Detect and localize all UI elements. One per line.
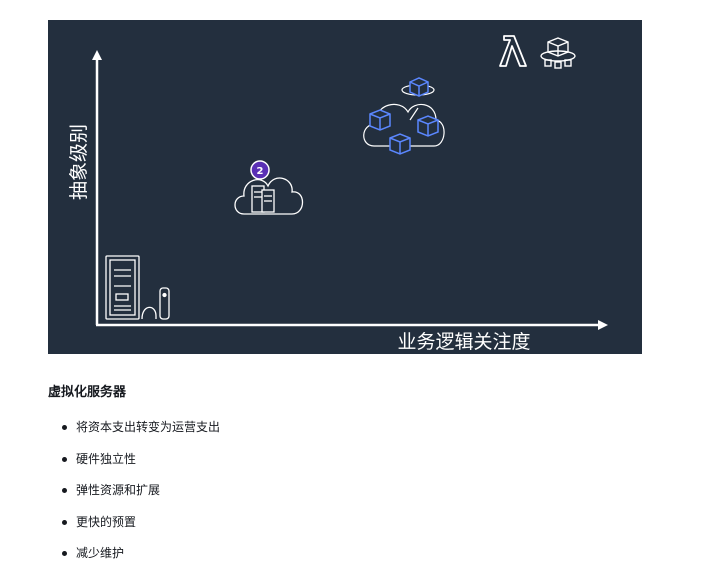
list-item: 减少维护 xyxy=(48,540,220,572)
list-item: 硬件独立性 xyxy=(48,446,220,478)
section-heading: 虚拟化服务器 xyxy=(48,385,127,400)
badge-number: 2 xyxy=(257,166,264,177)
x-axis-label: 业务逻辑关注度 xyxy=(397,331,530,353)
list-item-text: 硬件独立性 xyxy=(76,451,137,466)
bullet-dot xyxy=(62,488,67,493)
list-item-text: 减少维护 xyxy=(76,546,125,560)
chart-background xyxy=(48,20,642,354)
badge-number-two: 2 xyxy=(250,160,270,180)
bullet-dot xyxy=(62,456,67,462)
y-axis-label: 抽象级别 xyxy=(68,124,90,200)
list-item-text: 将资本支出转变为运营支出 xyxy=(76,420,221,434)
list-item: 弹性资源和扩展 xyxy=(48,477,220,509)
list-item-text: 弹性资源和扩展 xyxy=(76,483,161,497)
list-item: 将资本支出转变为运营支出 xyxy=(48,414,220,446)
abstraction-chart: 抽象级别 业务逻辑关注度 2 xyxy=(48,20,642,354)
list-item: 更快的预置 xyxy=(48,509,220,541)
bullet-dot xyxy=(62,519,67,525)
feature-list: 将资本支出转变为运营支出 硬件独立性 弹性资源和扩展 更快的预置 减少维护 xyxy=(48,414,220,572)
list-item-text: 更快的预置 xyxy=(76,514,137,529)
bullet-dot xyxy=(62,425,67,430)
bullet-dot xyxy=(62,551,67,556)
